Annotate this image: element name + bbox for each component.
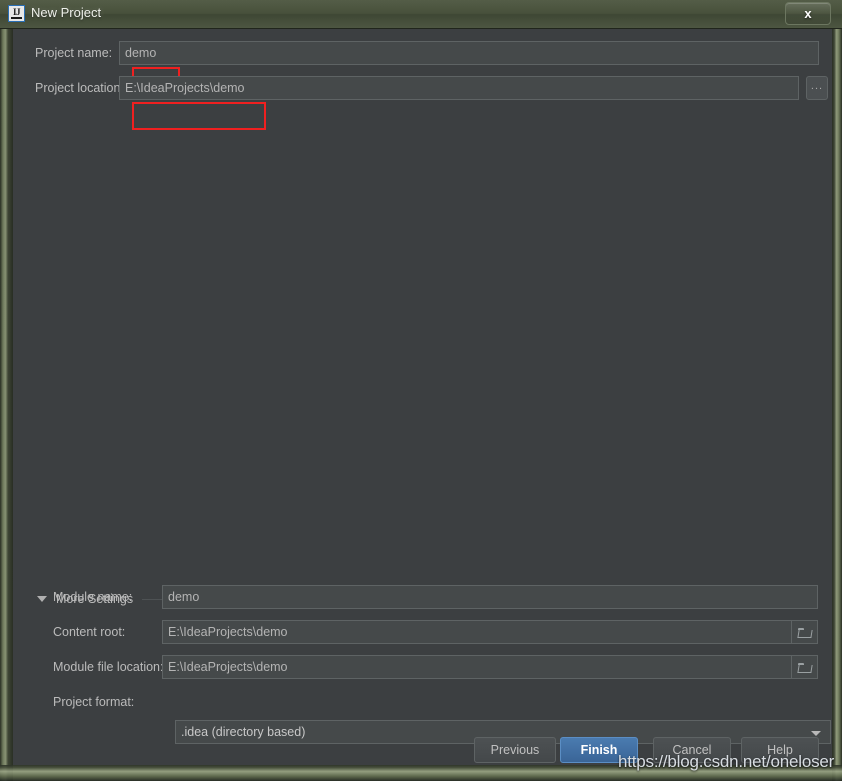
project-location-label: Project location: — [35, 81, 124, 95]
module-name-label: Module name: — [53, 590, 133, 604]
module-file-location-label: Module file location: — [53, 660, 164, 674]
window-border-right — [832, 0, 842, 781]
content-root-row: Content root: E:\IdeaProjects\demo — [13, 620, 832, 644]
window-border-left — [0, 0, 13, 781]
app-icon-letters: IJ — [12, 7, 21, 17]
project-name-input[interactable]: demo — [119, 41, 819, 65]
project-name-label: Project name: — [35, 46, 113, 60]
ellipsis-icon: ... — [810, 79, 824, 92]
content-root-input[interactable]: E:\IdeaProjects\demo — [162, 620, 792, 644]
window-frame: IJ New Project x Project name: demo Proj… — [0, 0, 842, 781]
title-bar[interactable]: IJ New Project x — [0, 0, 842, 29]
finish-button[interactable]: Finish — [560, 737, 638, 763]
module-name-row: Module name: demo — [13, 585, 832, 609]
help-button-label: Help — [767, 743, 793, 757]
dialog-body: Project name: demo Project location: E:\… — [13, 29, 832, 765]
folder-icon — [797, 662, 812, 673]
project-format-label: Project format: — [53, 695, 135, 709]
close-button[interactable]: x — [785, 2, 831, 25]
module-name-input[interactable]: demo — [162, 585, 818, 609]
app-icon-underline — [11, 17, 22, 19]
help-button[interactable]: Help — [741, 737, 819, 763]
previous-button[interactable]: Previous — [474, 737, 556, 763]
intellij-idea-icon: IJ — [8, 5, 25, 22]
project-format-row: Project format: — [13, 690, 832, 714]
module-file-location-browse-button[interactable] — [792, 655, 818, 679]
annotation-box-project-location — [132, 102, 266, 130]
chevron-down-icon — [811, 731, 821, 736]
cancel-button-label: Cancel — [672, 743, 712, 757]
project-location-row: Project location: E:\IdeaProjects\demo .… — [13, 76, 832, 100]
project-name-row: Project name: demo — [13, 41, 832, 65]
previous-button-label: Previous — [490, 743, 540, 757]
finish-button-label: Finish — [580, 743, 618, 757]
window-title: New Project — [31, 5, 102, 20]
folder-icon — [797, 627, 812, 638]
project-location-input[interactable]: E:\IdeaProjects\demo — [119, 76, 799, 100]
project-location-browse-button[interactable]: ... — [806, 76, 828, 100]
module-file-location-row: Module file location: E:\IdeaProjects\de… — [13, 655, 832, 679]
content-root-label: Content root: — [53, 625, 126, 639]
close-icon: x — [804, 6, 812, 21]
cancel-button[interactable]: Cancel — [653, 737, 731, 763]
content-root-browse-button[interactable] — [792, 620, 818, 644]
module-file-location-input[interactable]: E:\IdeaProjects\demo — [162, 655, 792, 679]
window-border-bottom — [0, 765, 842, 781]
dialog-footer: Previous Finish Cancel Help — [13, 737, 832, 765]
